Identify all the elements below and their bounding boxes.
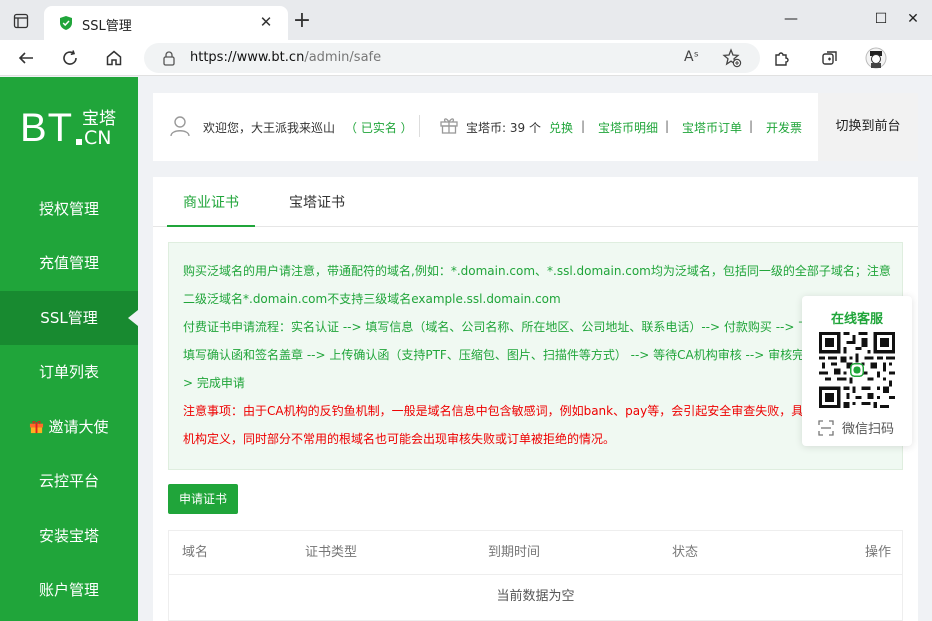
- tab-bt-cert[interactable]: 宝塔证书: [273, 177, 361, 227]
- sidebar-item-account[interactable]: 账户管理: [0, 563, 138, 617]
- home-icon[interactable]: [100, 44, 128, 72]
- refresh-icon[interactable]: [56, 44, 84, 72]
- switch-to-frontend-button[interactable]: 切换到前台: [818, 93, 918, 161]
- wechat-scan-label: 微信扫码: [818, 418, 894, 437]
- invoice-link[interactable]: 开发票: [766, 119, 802, 136]
- minimize-icon[interactable]: —: [778, 8, 804, 30]
- notice-line: 购买泛域名的用户请注意，带通配符的域名,例如：*.domain.com、*.ss…: [183, 264, 891, 278]
- gift-box-icon: [440, 118, 458, 134]
- address-bar[interactable]: https://www.bt.cn/admin/safe Aˢ: [144, 43, 760, 73]
- tab-commercial-cert[interactable]: 商业证书: [167, 177, 255, 227]
- scan-icon: [818, 420, 834, 436]
- exchange-link[interactable]: 兑换: [549, 119, 573, 136]
- certificate-table: 域名 证书类型 到期时间 状态 操作 当前数据为空: [168, 530, 903, 621]
- account-info-bar: 欢迎您，大王派我来巡山 （ 已实名 ） 宝塔币: 39 个 兑换 | 宝塔币明细…: [153, 93, 918, 161]
- shield-favicon-icon: [60, 16, 72, 30]
- new-tab-icon[interactable]: +: [290, 10, 314, 34]
- apply-certificate-button[interactable]: 申请证书: [168, 484, 238, 514]
- sidebar-item-recharge[interactable]: 充值管理: [0, 236, 138, 290]
- read-aloud-icon[interactable]: Aˢ: [684, 49, 699, 65]
- certificate-tabs: 商业证书 宝塔证书: [153, 177, 918, 227]
- profile-avatar-icon[interactable]: [862, 44, 890, 72]
- tab-actions-icon[interactable]: [10, 10, 32, 32]
- coin-details-link[interactable]: 宝塔币明细: [598, 119, 658, 136]
- close-window-icon[interactable]: ✕: [900, 8, 926, 30]
- coin-orders-link[interactable]: 宝塔币订单: [682, 119, 742, 136]
- extensions-icon[interactable]: [768, 44, 796, 72]
- sidebar-item-license[interactable]: 授权管理: [0, 182, 138, 236]
- sidebar: BT 宝塔 CN 授权管理 充值管理 SSL管理 订单列表 邀请大使 云控平台 …: [0, 77, 138, 621]
- warning-line: 注意事项：由于CA机构的反钓鱼机制，一般是域名信息中包含敏感词，例如bank、p…: [183, 404, 804, 418]
- wechat-qr-code: [819, 332, 895, 408]
- notice-line: > 完成申请: [183, 376, 245, 390]
- notice-line: 填写确认函和签名盖章 --> 上传确认函（支持PTF、压缩包、图片、扫描件等方式…: [183, 348, 805, 362]
- empty-state-text: 当前数据为空: [496, 589, 575, 604]
- verified-status[interactable]: （ 已实名 ）: [345, 119, 413, 136]
- browser-nav-bar: https://www.bt.cn/admin/safe Aˢ: [0, 40, 932, 76]
- sidebar-item-invite[interactable]: 邀请大使: [0, 400, 138, 454]
- column-cert-type: 证书类型: [305, 545, 358, 560]
- column-status: 状态: [672, 545, 699, 560]
- browser-tab-bar: SSL管理 ✕ + — ☐ ✕: [0, 0, 932, 40]
- url-text: https://www.bt.cn/admin/safe: [190, 50, 382, 65]
- notice-line: 付费证书申请流程：实名认证 --> 填写信息（域名、公司名称、所在地区、公司地址…: [183, 320, 811, 334]
- welcome-text: 欢迎您，大王派我来巡山: [203, 121, 336, 135]
- sidebar-item-ssl[interactable]: SSL管理: [0, 291, 138, 345]
- sidebar-item-install[interactable]: 安装宝塔: [0, 509, 138, 563]
- coin-balance: 宝塔币: 39 个: [466, 121, 541, 135]
- column-domain: 域名: [182, 545, 209, 560]
- gift-icon: [30, 420, 44, 434]
- customer-service-widget[interactable]: 在线客服 微信扫码: [802, 296, 912, 446]
- notice-line: 二级泛域名*.domain.com不支持三级域名example.ssl.doma…: [183, 292, 561, 306]
- customer-service-title: 在线客服: [830, 312, 883, 327]
- notice-box: 购买泛域名的用户请注意，带通配符的域名,例如：*.domain.com、*.ss…: [168, 242, 903, 470]
- collections-icon[interactable]: [816, 44, 844, 72]
- tab-close-icon[interactable]: ✕: [256, 12, 276, 32]
- warning-line: 机构定义，同时部分不常用的根域名也可能会出现审核失败或订单被拒绝的情况。: [183, 432, 616, 446]
- column-actions: 操作: [865, 545, 892, 560]
- favorite-add-icon[interactable]: [722, 48, 742, 68]
- browser-tab-active[interactable]: SSL管理 ✕: [44, 6, 288, 40]
- sidebar-item-cloud-control[interactable]: 云控平台: [0, 454, 138, 508]
- tab-title: SSL管理: [82, 19, 132, 34]
- maximize-icon[interactable]: ☐: [868, 8, 894, 30]
- user-icon: [170, 116, 190, 137]
- sidebar-item-orders[interactable]: 订单列表: [0, 345, 138, 399]
- table-header: 域名 证书类型 到期时间 状态 操作: [169, 531, 902, 575]
- sidebar-item-label: 邀请大使: [48, 418, 109, 436]
- column-expiry: 到期时间: [488, 545, 541, 560]
- lock-icon: [163, 51, 175, 66]
- back-icon[interactable]: [12, 44, 40, 72]
